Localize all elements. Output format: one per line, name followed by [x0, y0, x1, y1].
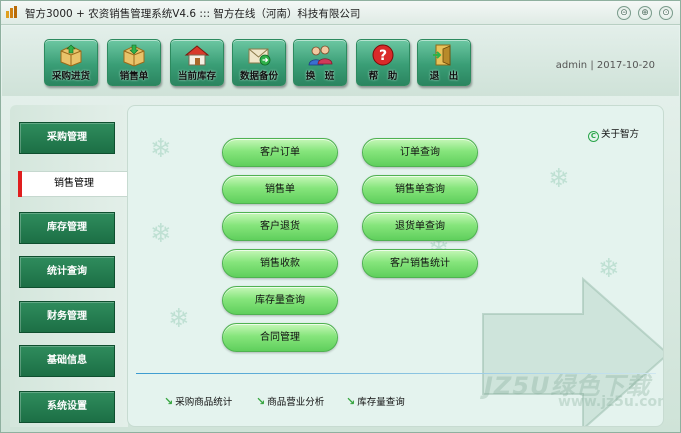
arrow-down-right-icon: ↘	[164, 395, 174, 408]
help-icon: ?	[372, 44, 394, 66]
quick-link-purchase-stats[interactable]: ↘ 采购商品统计	[164, 394, 232, 408]
user-info: admin | 2017-10-20	[556, 60, 655, 71]
app-logo-icon	[6, 6, 17, 18]
exit-icon	[433, 44, 451, 66]
current-stock-label: 当前库存	[177, 71, 216, 82]
window-title: 智方3000 + 农资销售管理系统V4.6 ::: 智方在线（河南）科技有限公司	[25, 8, 361, 20]
backup-icon	[248, 48, 271, 66]
divider	[136, 373, 656, 374]
snowflake-icon: ❄	[150, 134, 172, 164]
sidebar-item-settings[interactable]: 系统设置	[19, 391, 115, 423]
customer-return-button[interactable]: 客户退货	[222, 212, 338, 241]
sales-receipt-button[interactable]: 销售收款	[222, 249, 338, 278]
stock-query-button[interactable]: 库存量查询	[222, 286, 338, 315]
arrow-down-right-icon: ↘	[256, 395, 266, 408]
quick-link-stock-query[interactable]: ↘ 库存量查询	[346, 394, 405, 408]
box-out-icon	[123, 44, 145, 67]
sales-order-label: 销售单	[119, 71, 149, 82]
exit-label: 退 出	[429, 71, 459, 82]
box-in-icon	[60, 44, 82, 67]
quick-link-label: 商品营业分析	[267, 397, 325, 408]
data-backup-button[interactable]: 数据备份	[232, 39, 286, 86]
sidebar-item-finance[interactable]: 财务管理	[19, 301, 115, 333]
sidebar-item-sales[interactable]: 销售管理	[18, 171, 128, 197]
quick-link-product-analysis[interactable]: ↘ 商品营业分析	[256, 394, 324, 408]
purchase-label: 采购进货	[51, 71, 90, 82]
sidebar: 采购管理 销售管理 库存管理 统计查询 财务管理 基础信息 系统设置	[10, 105, 128, 427]
title-bar: 智方3000 + 农资销售管理系统V4.6 ::: 智方在线（河南）科技有限公司…	[1, 1, 680, 25]
current-date: 2017-10-20	[596, 60, 655, 71]
change-shift-label: 换 班	[305, 71, 335, 82]
return-slip-query-button[interactable]: 退货单查询	[362, 212, 478, 241]
toolbar: 采购进货 销售单 当前库存 数据备份 换 班 ? 帮 助 退 出 admin |…	[2, 26, 679, 96]
customer-sales-stats-button[interactable]: 客户销售统计	[362, 249, 478, 278]
contract-management-button[interactable]: 合同管理	[222, 323, 338, 352]
quick-link-label: 库存量查询	[357, 397, 405, 408]
sidebar-item-purchase[interactable]: 采购管理	[19, 122, 115, 154]
current-stock-button[interactable]: 当前库存	[170, 39, 224, 86]
main-panel: ❄ ❄ ❄ ❄ ❄ ❄ JZ5U绿色下载 www.jz5u.com C关于智方 …	[127, 105, 664, 427]
arrow-down-right-icon: ↘	[346, 395, 356, 408]
close-button[interactable]: ⊙	[659, 6, 673, 20]
user-separator: |	[590, 60, 594, 71]
quick-link-label: 采购商品统计	[175, 397, 233, 408]
about-label: 关于智方	[601, 129, 640, 140]
snowflake-icon: ❄	[548, 164, 570, 194]
sales-order-button[interactable]: 销售单	[107, 39, 161, 86]
help-label: 帮 助	[368, 71, 398, 82]
sidebar-item-basic-info[interactable]: 基础信息	[19, 345, 115, 377]
sidebar-item-statistics[interactable]: 统计查询	[19, 256, 115, 288]
minimize-button[interactable]: ⊝	[617, 6, 631, 20]
sales-slip-button[interactable]: 销售单	[222, 175, 338, 204]
customer-order-button[interactable]: 客户订单	[222, 138, 338, 167]
snowflake-icon: ❄	[168, 304, 190, 334]
users-icon	[308, 45, 333, 66]
change-shift-button[interactable]: 换 班	[293, 39, 347, 86]
purchase-button[interactable]: 采购进货	[44, 39, 98, 86]
app-window: 智方3000 + 农资销售管理系统V4.6 ::: 智方在线（河南）科技有限公司…	[0, 0, 681, 433]
help-button[interactable]: ? 帮 助	[356, 39, 410, 86]
about-link[interactable]: C 关于智方	[588, 126, 639, 142]
maximize-button[interactable]: ⊕	[638, 6, 652, 20]
sales-slip-query-button[interactable]: 销售单查询	[362, 175, 478, 204]
username: admin	[555, 60, 588, 71]
watermark-url: www.jz5u.com	[558, 394, 664, 410]
exit-button[interactable]: 退 出	[417, 39, 471, 86]
data-backup-label: 数据备份	[239, 71, 278, 82]
house-icon	[184, 45, 210, 66]
copyright-icon: C	[588, 131, 599, 142]
order-query-button[interactable]: 订单查询	[362, 138, 478, 167]
snowflake-icon: ❄	[150, 219, 172, 249]
sidebar-item-inventory[interactable]: 库存管理	[19, 212, 115, 244]
svg-text:?: ?	[379, 48, 387, 64]
